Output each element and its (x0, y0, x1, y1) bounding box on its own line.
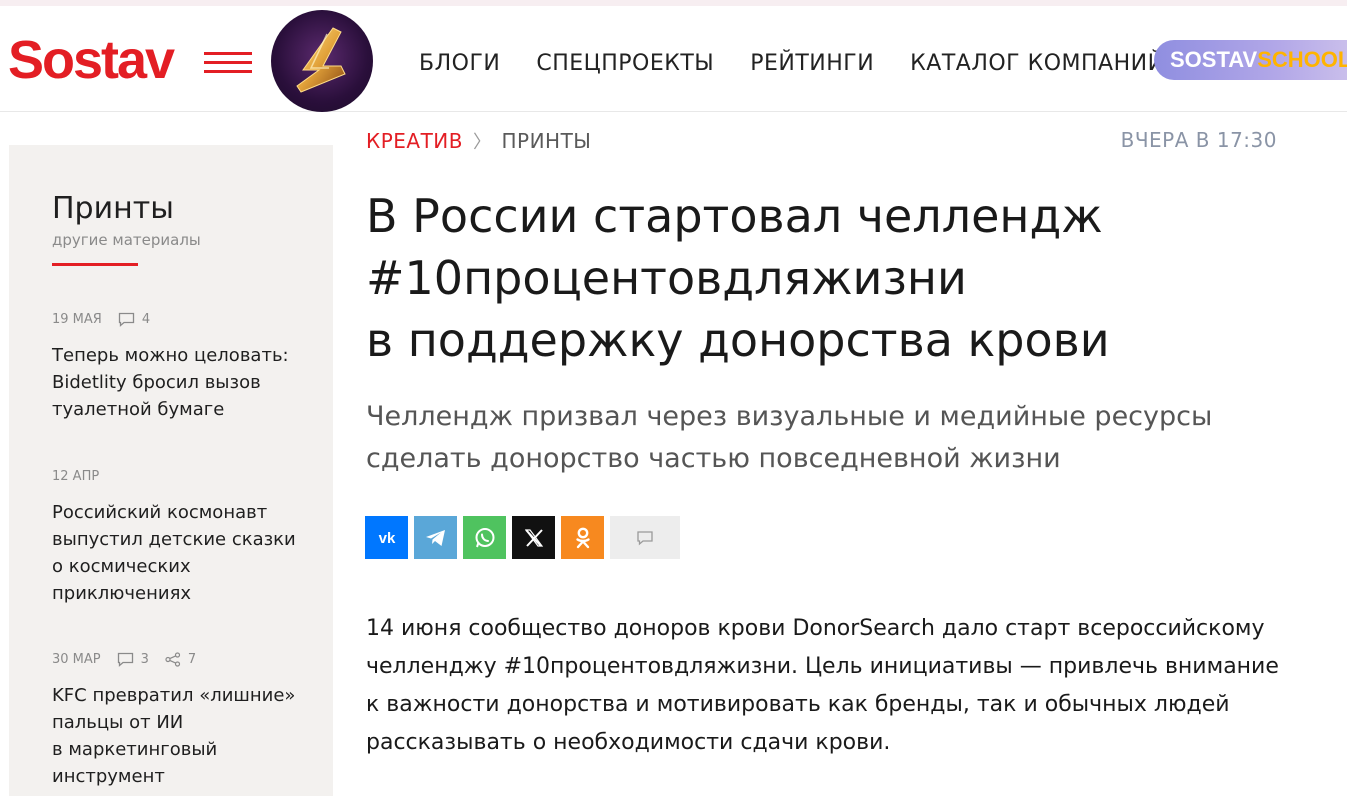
vk-icon: vk (378, 530, 395, 546)
sidebar-article-link[interactable]: Российский космонавт выпустил детские ск… (52, 499, 312, 607)
item-date: 30 МАР (52, 651, 101, 667)
share-icon (165, 651, 181, 667)
item-date: 19 МАЯ (52, 311, 102, 327)
sostav-logo[interactable]: Sostav (8, 28, 175, 92)
sidebar-other-materials: Принты другие материалы 19 МАЯ 4 Теперь … (9, 145, 333, 796)
comment-icon (117, 652, 133, 667)
whatsapp-icon (475, 527, 494, 547)
svg-text:vk: vk (378, 530, 395, 546)
school-label-part1: SOSTAV (1170, 47, 1258, 72)
x-icon (524, 528, 543, 547)
breadcrumb-section[interactable]: КРЕАТИВ (366, 129, 463, 153)
article-body: 14 июня сообщество доноров крови DonorSe… (366, 616, 1279, 755)
main-nav: БЛОГИ СПЕЦПРОЕКТЫ РЕЙТИНГИ КАТАЛОГ КОМПА… (419, 46, 1165, 80)
publish-date: ВЧЕРА В 17:30 (1120, 128, 1277, 152)
nav-ratings[interactable]: РЕЙТИНГИ (750, 51, 874, 76)
sidebar-article-link[interactable]: Теперь можно целовать: Bidetlity бросил … (52, 342, 312, 423)
comment-icon (118, 312, 134, 327)
page-title: В России стартовал челлендж #10процентов… (366, 189, 1110, 367)
article-lead: Челлендж призвал через визуальные и меди… (366, 401, 1213, 474)
breadcrumb: КРЕАТИВ 〉 ПРИНТЫ (366, 128, 591, 154)
share-whatsapp-button[interactable] (463, 516, 506, 559)
sidebar-title[interactable]: Принты (52, 191, 174, 226)
school-label-part2: SCHOOL (1257, 47, 1347, 72)
comment-icon (637, 530, 653, 545)
list-item: 12 АПР Российский космонавт выпустил дет… (52, 467, 312, 607)
sidebar-divider (52, 263, 138, 266)
item-date: 12 АПР (52, 468, 100, 484)
share-bar: vk (365, 516, 680, 559)
share-telegram-button[interactable] (414, 516, 457, 559)
sostav-school-button[interactable]: SOSTAV SCHOOL (1154, 40, 1347, 80)
item-meta: 12 АПР (52, 467, 312, 485)
odnoklassniki-icon (575, 527, 590, 548)
nav-special-projects[interactable]: СПЕЦПРОЕКТЫ (536, 51, 714, 76)
comments-button[interactable] (610, 516, 680, 559)
breadcrumb-separator: 〉 (472, 132, 492, 153)
comment-count: 4 (118, 312, 150, 327)
share-count: 7 (165, 652, 196, 667)
share-vk-button[interactable]: vk (365, 516, 408, 559)
sidebar-subtitle: другие материалы (52, 231, 201, 249)
item-meta: 30 МАР 3 7 (52, 650, 312, 668)
breadcrumb-subsection[interactable]: ПРИНТЫ (501, 129, 591, 153)
nav-blogs[interactable]: БЛОГИ (419, 51, 500, 76)
site-header: Sostav БЛОГИ СПЕЦПРОЕКТЫ РЕЙТИНГИ КАТАЛО… (0, 6, 1347, 112)
sidebar-article-link[interactable]: KFC превратил «лишние» пальцы от ИИ в ма… (52, 682, 312, 790)
item-meta: 19 МАЯ 4 (52, 310, 312, 328)
share-odnoklassniki-button[interactable] (561, 516, 604, 559)
telegram-icon (425, 529, 445, 546)
share-x-button[interactable] (512, 516, 555, 559)
promo-award-badge[interactable] (271, 10, 373, 112)
list-item: 30 МАР 3 7 KFC превратил «лишние» пальцы… (52, 650, 312, 790)
list-item: 19 МАЯ 4 Теперь можно целовать: Bidetlit… (52, 310, 312, 423)
menu-icon[interactable] (204, 50, 254, 76)
nav-company-catalog[interactable]: КАТАЛОГ КОМПАНИЙ (910, 51, 1164, 76)
comment-count: 3 (117, 652, 149, 667)
